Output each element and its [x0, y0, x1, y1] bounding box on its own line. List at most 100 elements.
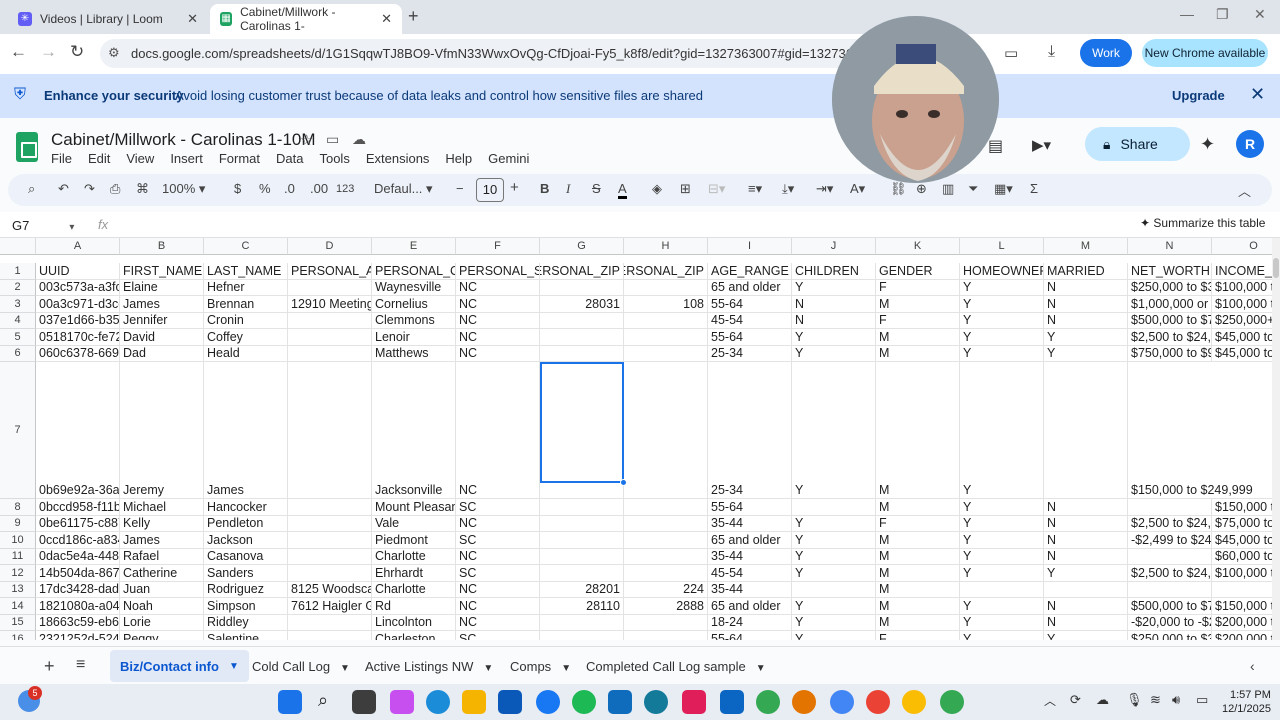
chrome-profile-icon[interactable]: [902, 690, 926, 714]
table-cell[interactable]: $45,000 to: [1212, 329, 1272, 346]
close-window-icon[interactable]: ✕: [1254, 6, 1266, 23]
start-icon[interactable]: [278, 690, 302, 714]
menu-file[interactable]: File: [51, 151, 72, 166]
sheet-tab-active-listings-nw[interactable]: Active Listings NW ▼: [365, 659, 493, 674]
table-cell[interactable]: Y: [960, 296, 1044, 313]
sheet-tab-cold-call-log[interactable]: Cold Call Log ▼: [252, 659, 350, 674]
table-cell[interactable]: N: [1044, 598, 1128, 615]
column-header-m[interactable]: M: [1044, 238, 1128, 255]
table-cell[interactable]: [540, 329, 624, 346]
table-cell[interactable]: Ehrhardt: [372, 565, 456, 582]
header-cell[interactable]: FIRST_NAME: [120, 263, 204, 280]
table-cell[interactable]: $200,000 t: [1212, 615, 1272, 631]
table-cell[interactable]: $200,000 t: [1212, 631, 1272, 641]
filter-icon[interactable]: ⏷: [968, 181, 978, 197]
text-rotation-icon[interactable]: A▾: [850, 181, 865, 197]
menu-insert[interactable]: Insert: [170, 151, 203, 166]
chrome-profile-icon[interactable]: [940, 690, 964, 714]
table-cell[interactable]: $100,000 t: [1212, 296, 1272, 313]
table-cell[interactable]: [624, 548, 708, 565]
table-cell[interactable]: 28201: [540, 581, 624, 598]
table-cell[interactable]: Rafael: [120, 548, 204, 565]
header-cell[interactable]: PERSONAL_ZIP: [540, 263, 624, 280]
table-cell[interactable]: 003c573a-a3fc-5: [36, 279, 120, 296]
table-cell[interactable]: Y: [1044, 565, 1128, 582]
move-folder-icon[interactable]: ▭: [326, 131, 339, 148]
chrome-profile-icon[interactable]: [866, 690, 890, 714]
table-cell[interactable]: Y: [792, 515, 876, 532]
edge-icon[interactable]: [426, 690, 450, 714]
table-cell[interactable]: Mount Pleasant: [372, 499, 456, 516]
table-cell[interactable]: Y: [792, 362, 876, 499]
table-cell[interactable]: [540, 515, 624, 532]
new-tab-icon[interactable]: +: [408, 6, 419, 27]
store-icon[interactable]: [498, 690, 522, 714]
table-cell[interactable]: Matthews: [372, 345, 456, 362]
merge-cells-icon[interactable]: ⊟▾: [708, 181, 725, 197]
table-cell[interactable]: M: [876, 548, 960, 565]
horizontal-align-icon[interactable]: ≡▾: [748, 181, 762, 197]
table-cell[interactable]: [288, 614, 372, 631]
table-cell[interactable]: $150,000 t: [1212, 598, 1272, 615]
table-cell[interactable]: 45-54: [708, 312, 792, 329]
table-cell[interactable]: 224: [624, 581, 708, 598]
table-cell[interactable]: [624, 565, 708, 582]
table-cell[interactable]: N: [1044, 532, 1128, 549]
menu-tools[interactable]: Tools: [319, 151, 349, 166]
table-cell[interactable]: NC: [456, 329, 540, 346]
clock[interactable]: 1:57 PM 12/1/2025: [1222, 688, 1271, 716]
table-cell[interactable]: Y: [960, 515, 1044, 532]
table-cell[interactable]: 55-64: [708, 499, 792, 516]
table-cell[interactable]: [960, 581, 1044, 598]
table-cell[interactable]: 35-44: [708, 515, 792, 532]
table-cell[interactable]: 0518170c-fe72-5: [36, 329, 120, 346]
table-cell[interactable]: [540, 548, 624, 565]
table-cell[interactable]: N: [1044, 312, 1128, 329]
table-cell[interactable]: $60,000 to: [1212, 549, 1272, 565]
chevron-up-icon[interactable]: ︿: [1044, 692, 1056, 709]
table-cell[interactable]: [1128, 499, 1212, 516]
table-cell[interactable]: [624, 614, 708, 631]
table-cell[interactable]: N: [1044, 548, 1128, 565]
row-header-10[interactable]: 10: [0, 532, 36, 549]
table-cell[interactable]: NC: [456, 581, 540, 598]
task-view-icon[interactable]: [352, 690, 376, 714]
table-cell[interactable]: [624, 499, 708, 516]
share-button[interactable]: 🔒︎ Share: [1085, 127, 1190, 161]
menu-gemini[interactable]: Gemini: [488, 151, 529, 166]
table-cell[interactable]: Lincolnton: [372, 614, 456, 631]
table-cell[interactable]: [288, 362, 372, 499]
table-cell[interactable]: 060c6378-6694-: [36, 345, 120, 362]
table-cell[interactable]: [288, 631, 372, 640]
table-cell[interactable]: [1212, 362, 1272, 499]
zoom-select[interactable]: 100% ▾: [162, 181, 205, 197]
new-chrome-button[interactable]: New Chrome available: [1142, 39, 1268, 67]
undo-icon[interactable]: ↶: [58, 181, 69, 197]
table-cell[interactable]: [288, 548, 372, 565]
star-icon[interactable]: ☆: [300, 131, 313, 149]
table-cell[interactable]: F: [876, 631, 960, 640]
back-icon[interactable]: ←: [10, 42, 27, 62]
row-header-8[interactable]: 8: [0, 499, 36, 516]
table-cell[interactable]: [624, 329, 708, 346]
table-cell[interactable]: Dad: [120, 345, 204, 362]
close-banner-icon[interactable]: ✕: [1250, 84, 1265, 105]
row-header-3[interactable]: 3: [0, 296, 36, 313]
sheet-tab-comps[interactable]: Comps ▼: [510, 659, 571, 674]
table-cell[interactable]: Riddley: [204, 614, 288, 631]
table-cell[interactable]: SC: [456, 532, 540, 549]
table-cell[interactable]: 55-64: [708, 631, 792, 640]
table-cell[interactable]: Pendleton: [204, 515, 288, 532]
redo-icon[interactable]: ↷: [84, 181, 95, 197]
font-size-increase-icon[interactable]: +: [510, 179, 519, 196]
table-cell[interactable]: NC: [456, 345, 540, 362]
header-cell[interactable]: CHILDREN: [792, 263, 876, 280]
table-cell[interactable]: Y: [792, 598, 876, 615]
row-header-5[interactable]: 5: [0, 329, 36, 346]
table-cell[interactable]: [540, 279, 624, 296]
forward-icon[interactable]: →: [40, 42, 57, 62]
browser-tab-loom[interactable]: ✳ Videos | Library | Loom ✕: [8, 4, 208, 34]
table-cell[interactable]: N: [1044, 499, 1128, 516]
bold-icon[interactable]: B: [540, 181, 549, 196]
table-cell[interactable]: Sanders: [204, 565, 288, 582]
